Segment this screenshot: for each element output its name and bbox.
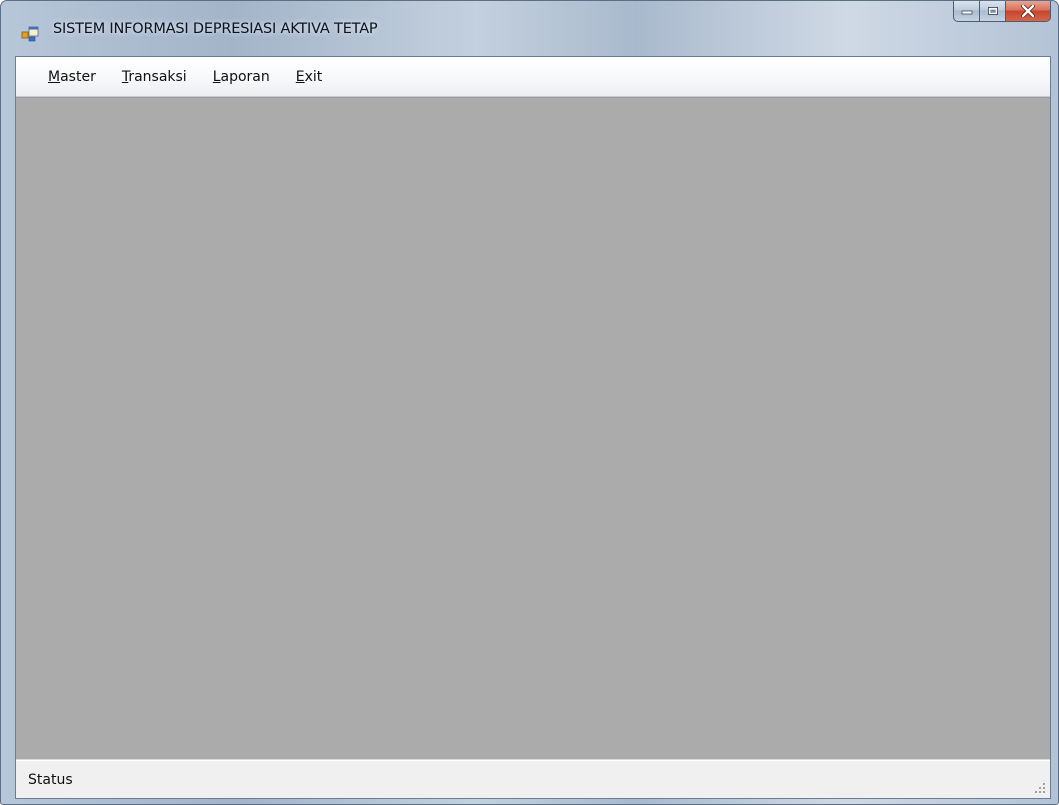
menu-mnemonic: L — [212, 68, 221, 85]
title-bar[interactable]: SISTEM INFORMASI DEPRESIASI AKTIVA TETAP — [1, 1, 1058, 56]
close-icon — [1021, 5, 1035, 17]
menu-item-master[interactable]: Master — [38, 65, 106, 89]
client-area: Master Transaksi Laporan Exit Status — [15, 56, 1051, 799]
window-title: SISTEM INFORMASI DEPRESIASI AKTIVA TETAP — [53, 21, 378, 37]
resize-grip-icon[interactable] — [1034, 782, 1046, 794]
menu-label: xit — [304, 68, 323, 85]
status-label: Status — [28, 772, 73, 788]
main-window: SISTEM INFORMASI DEPRESIASI AKTIVA TETAP — [0, 0, 1059, 805]
menu-bar: Master Transaksi Laporan Exit — [16, 57, 1050, 97]
caption-buttons — [953, 1, 1051, 22]
maximize-button[interactable] — [980, 1, 1006, 22]
minimize-icon — [961, 10, 972, 15]
menu-item-laporan[interactable]: Laporan — [203, 65, 280, 89]
app-window-icon[interactable] — [21, 24, 39, 42]
menu-label: aster — [60, 68, 96, 85]
mdi-container — [16, 97, 1050, 760]
menu-label: aporan — [220, 68, 270, 85]
menu-item-exit[interactable]: Exit — [286, 65, 333, 89]
status-bar: Status — [16, 760, 1050, 798]
menu-mnemonic: M — [48, 68, 61, 85]
menu-item-transaksi[interactable]: Transaksi — [112, 65, 197, 89]
maximize-icon — [987, 7, 998, 15]
menu-mnemonic: E — [295, 68, 305, 85]
minimize-button[interactable] — [953, 1, 980, 22]
menu-label: ransaksi — [128, 68, 187, 85]
close-button[interactable] — [1006, 1, 1051, 22]
